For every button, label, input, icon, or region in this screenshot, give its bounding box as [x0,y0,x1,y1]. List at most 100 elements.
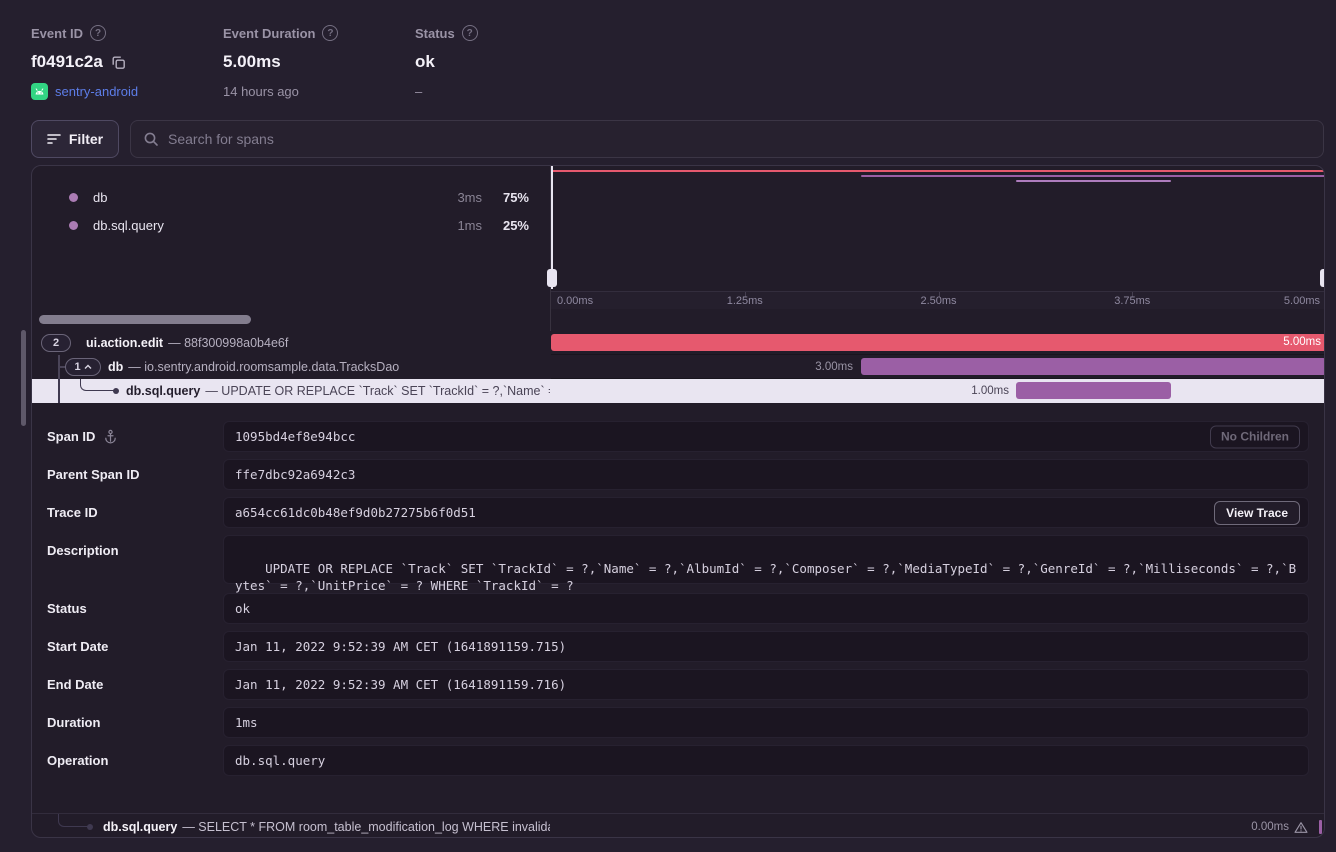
detail-label-description: Description [47,535,119,553]
op-duration: 3ms [430,190,482,205]
chevron-up-icon [84,364,92,370]
tree-node-dot [87,824,93,830]
help-icon[interactable]: ? [90,25,106,41]
op-duration: 1ms [430,218,482,233]
detail-value-parent-span-id: ffe7dbc92a6942c3 [223,459,1309,490]
child-count-badge[interactable]: 1 [65,358,101,376]
span-bar[interactable] [1016,382,1171,399]
span-op: ui.action.edit [86,336,163,350]
help-icon[interactable]: ? [322,25,338,41]
detail-value-end-date: Jan 11, 2022 9:52:39 AM CET (1641891159.… [223,669,1309,700]
span-row-ui-action-edit[interactable]: 2 ui.action.edit — 88f300998a0b4e6f 5.00… [32,331,1325,355]
span-op-breakdown: db 3ms 75% db.sql.query 1ms 25% [32,166,550,291]
span-duration: 3.00ms [551,355,853,379]
span-bar[interactable] [1319,820,1322,834]
minimap-span-db [861,175,1325,177]
span-op: db.sql.query [103,820,177,834]
axis-label: 1.25ms [727,295,763,307]
detail-label-start-date: Start Date [47,631,108,661]
filter-icon [47,133,61,145]
tree-connector [58,379,60,403]
search-icon [143,131,159,147]
status-label: Status [415,26,455,41]
axis-label: 3.75ms [1114,295,1150,307]
span-op: db [108,360,123,374]
minimap-left-handle[interactable] [551,166,553,289]
axis-label: 2.50ms [920,295,956,307]
detail-label-operation: Operation [47,745,108,775]
minimap-span-root [551,170,1325,172]
detail-value-start-date: Jan 11, 2022 9:52:39 AM CET (1641891159.… [223,631,1309,662]
span-duration: 0.00ms [1251,821,1289,833]
child-count: 1 [74,361,80,373]
span-op: db.sql.query [126,384,200,398]
op-percent: 75% [482,190,529,205]
detail-value-trace-id: a654cc61dc0b48ef9d0b27275b6f0d51 View Tr… [223,497,1309,528]
span-description: — io.sentry.android.roomsample.data.Trac… [128,360,399,374]
search-input[interactable] [168,131,1311,147]
child-count: 2 [53,337,59,349]
filter-button-label: Filter [69,131,103,147]
op-color-dot [69,193,78,202]
child-count-badge[interactable]: 2 [41,334,71,352]
axis-label: 0.00ms [557,295,593,307]
span-description: — UPDATE OR REPLACE `Track` SET `TrackId… [205,384,550,398]
span-duration: 1.00ms [551,379,1009,403]
op-name: db [93,190,430,205]
legend-row-db[interactable]: db 3ms 75% [32,183,550,211]
project-link[interactable]: sentry-android [55,84,138,99]
span-list-hscroll-track [32,309,550,331]
span-row-db[interactable]: 1 db — io.sentry.android.roomsample.data… [32,355,1325,379]
tree-node-dot [113,388,119,394]
event-age: 14 hours ago [223,84,299,99]
event-id-value: f0491c2a [31,52,103,72]
span-bar[interactable] [861,358,1325,375]
status-section: Status ? ok – [415,24,478,100]
help-icon[interactable]: ? [462,25,478,41]
anchor-icon[interactable] [103,429,118,444]
detail-value-operation: db.sql.query [223,745,1309,776]
axis-label: 5.00ms [1284,295,1320,307]
trace-minimap[interactable] [551,166,1325,291]
detail-label-status: Status [47,593,87,623]
span-duration: 5.00ms [1283,334,1321,351]
detail-value-span-id: 1095bd4ef8e94bcc No Children [223,421,1309,452]
warning-icon [1294,821,1308,834]
span-bar[interactable]: 5.00ms [551,334,1325,351]
event-duration-section: Event Duration ? 5.00ms 14 hours ago [223,24,338,100]
span-row-select-query[interactable]: db.sql.query — SELECT * FROM room_table_… [32,813,1325,838]
minimap-right-handle[interactable] [1324,166,1325,289]
op-color-dot [69,221,78,230]
detail-label-duration: Duration [47,707,100,737]
span-search [130,120,1324,158]
event-duration-label: Event Duration [223,26,315,41]
legend-row-db-sql-query[interactable]: db.sql.query 1ms 25% [32,211,550,239]
status-sub: – [415,84,422,99]
copy-icon[interactable] [111,55,126,70]
trace-waterfall-panel: db 3ms 75% db.sql.query 1ms 25% 0.00ms 1… [31,165,1325,838]
detail-value-description: UPDATE OR REPLACE `Track` SET `TrackId` … [223,535,1309,584]
op-name: db.sql.query [93,218,430,233]
span-list-hscroll-thumb[interactable] [39,315,251,324]
detail-label-trace-id: Trace ID [47,497,98,527]
event-id-label: Event ID [31,26,83,41]
event-id-section: Event ID ? f0491c2a sentry-android [31,24,138,100]
op-percent: 25% [482,218,529,233]
detail-value-status: ok [223,593,1309,624]
detail-label-span-id: Span ID [47,421,118,451]
span-list-vscroll-thumb[interactable] [21,330,26,426]
detail-value-duration: 1ms [223,707,1309,738]
minimap-span-query [1016,180,1171,182]
no-children-badge: No Children [1210,425,1300,448]
view-trace-button[interactable]: View Trace [1214,501,1300,525]
tree-connector [80,379,116,391]
tree-connector [58,814,89,827]
status-value: ok [415,52,435,72]
event-duration-value: 5.00ms [223,52,281,72]
span-row-db-sql-query-selected[interactable]: db.sql.query — UPDATE OR REPLACE `Track`… [32,379,1325,403]
android-icon [31,83,48,100]
filter-button[interactable]: Filter [31,120,119,158]
span-description: — SELECT * FROM room_table_modification_… [182,820,550,834]
span-description: — 88f300998a0b4e6f [168,336,288,350]
detail-label-parent-span-id: Parent Span ID [47,459,139,489]
